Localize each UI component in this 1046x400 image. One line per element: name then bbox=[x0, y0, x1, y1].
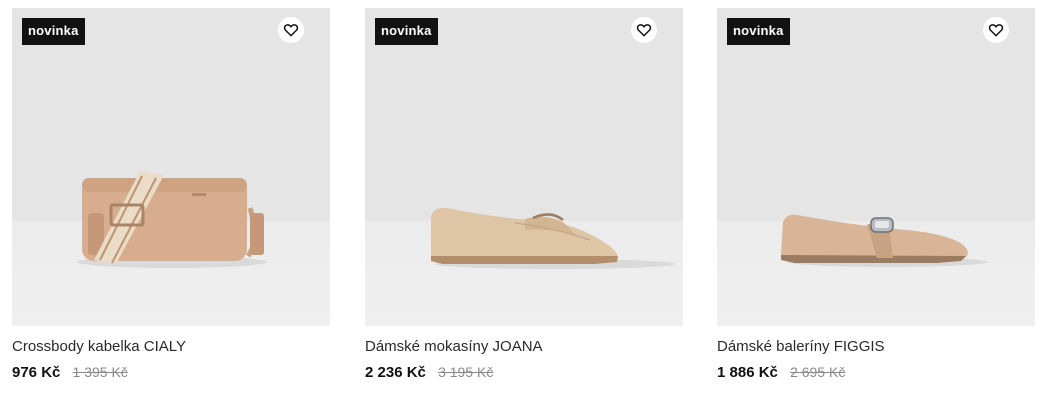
new-badge: novinka bbox=[375, 18, 438, 45]
product-image-area[interactable]: novinka bbox=[12, 8, 330, 326]
price-row: 1 886 Kč 2 695 Kč bbox=[717, 363, 1035, 382]
wishlist-button[interactable] bbox=[631, 17, 657, 43]
new-badge: novinka bbox=[22, 18, 85, 45]
wishlist-button[interactable] bbox=[983, 17, 1009, 43]
ballet-flat-image[interactable] bbox=[717, 8, 1035, 326]
product-image-area[interactable]: novinka bbox=[717, 8, 1035, 326]
current-price: 976 Kč bbox=[12, 364, 61, 381]
price-row: 976 Kč 1 395 Kč bbox=[12, 363, 330, 382]
product-card[interactable]: novinka Crossbody kabelka CIALY 976 Kč 1… bbox=[12, 8, 330, 382]
current-price: 2 236 Kč bbox=[365, 364, 426, 381]
original-price: 3 195 Kč bbox=[438, 364, 494, 380]
current-price: 1 886 Kč bbox=[717, 364, 778, 381]
product-image-area[interactable]: novinka bbox=[365, 8, 683, 326]
loafer-shoe-image[interactable] bbox=[365, 8, 683, 326]
product-name[interactable]: Dámské mokasíny JOANA bbox=[365, 338, 683, 356]
price-row: 2 236 Kč 3 195 Kč bbox=[365, 363, 683, 382]
new-badge: novinka bbox=[727, 18, 790, 45]
original-price: 2 695 Kč bbox=[790, 364, 846, 380]
crossbody-bag-image[interactable] bbox=[12, 8, 330, 326]
product-card[interactable]: novinka Dámské baleríny FIGGIS 1 886 Kč … bbox=[717, 8, 1035, 382]
original-price: 1 395 Kč bbox=[72, 364, 128, 380]
product-grid: novinka Crossbody kabelka CIALY 976 Kč 1… bbox=[0, 0, 1046, 400]
product-name[interactable]: Crossbody kabelka CIALY bbox=[12, 338, 330, 356]
product-name[interactable]: Dámské baleríny FIGGIS bbox=[717, 338, 1035, 356]
heart-icon bbox=[988, 24, 1004, 37]
product-card[interactable]: novinka Dámské mokasíny JOANA 2 236 Kč 3… bbox=[365, 8, 683, 382]
wishlist-button[interactable] bbox=[278, 17, 304, 43]
heart-icon bbox=[636, 24, 652, 37]
heart-icon bbox=[283, 24, 299, 37]
